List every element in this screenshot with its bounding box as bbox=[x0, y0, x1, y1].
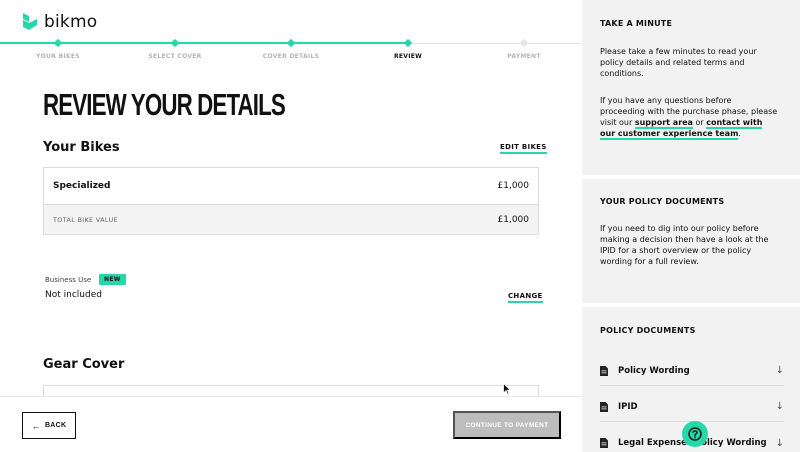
question-mark-icon bbox=[688, 427, 702, 441]
checkout-progress: YOUR BIKES SELECT COVER COVER DETAILS RE… bbox=[0, 36, 582, 66]
step-your-bikes[interactable]: YOUR BIKES bbox=[8, 36, 108, 60]
step-select-cover[interactable]: SELECT COVER bbox=[125, 36, 225, 60]
main-content: bikmo YOUR BIKES SELECT COVER COVER DETA… bbox=[0, 0, 582, 452]
bikes-table: Specialized £1,000 TOTAL BIKE VALUE £1,0… bbox=[43, 167, 539, 235]
business-use-value: Not included bbox=[45, 290, 102, 300]
total-price: £1,000 bbox=[497, 214, 530, 225]
step-marker bbox=[170, 38, 180, 48]
bike-price: £1,000 bbox=[497, 181, 530, 191]
step-label: YOUR BIKES bbox=[36, 53, 80, 60]
download-arrow-icon: ↓ bbox=[775, 437, 784, 449]
table-row: Specialized £1,000 bbox=[44, 168, 538, 204]
step-label: COVER DETAILS bbox=[262, 53, 320, 60]
sidebar: TAKE A MINUTE Please take a few minutes … bbox=[582, 0, 800, 452]
step-marker bbox=[286, 38, 296, 48]
step-payment: PAYMENT bbox=[474, 36, 574, 60]
total-label: TOTAL BIKE VALUE bbox=[53, 215, 118, 224]
page-title: REVIEW YOUR DETAILS bbox=[43, 87, 286, 122]
gear-cover-heading: Gear Cover bbox=[43, 357, 125, 372]
questions-text: If you have any questions before proceed… bbox=[600, 95, 778, 140]
take-a-minute-title: TAKE A MINUTE bbox=[600, 19, 673, 28]
doc-label: IPID bbox=[618, 401, 638, 412]
doc-item-policy-wording[interactable]: Policy Wording ↓ bbox=[600, 356, 784, 386]
change-business-use-link[interactable]: CHANGE bbox=[508, 292, 543, 303]
your-bikes-heading: Your Bikes bbox=[43, 140, 120, 155]
business-use-label: Business Use bbox=[45, 276, 92, 284]
doc-label: Policy Wording bbox=[618, 365, 690, 376]
doc-item-ipid[interactable]: IPID ↓ bbox=[600, 392, 784, 422]
mouse-cursor-icon bbox=[503, 383, 511, 395]
document-icon bbox=[600, 438, 608, 448]
step-marker bbox=[519, 38, 529, 48]
continue-to-payment-button[interactable]: CONTINUE TO PAYMENT bbox=[453, 411, 561, 439]
brand-name: bikmo bbox=[44, 12, 98, 32]
bike-name: Specialized bbox=[53, 181, 111, 191]
your-policy-documents-text: If you need to dig into our policy befor… bbox=[600, 224, 769, 266]
document-icon bbox=[600, 401, 608, 412]
download-arrow-icon: ↓ bbox=[775, 401, 784, 412]
step-review: REVIEW bbox=[358, 36, 458, 60]
step-label: REVIEW bbox=[393, 53, 423, 60]
take-a-minute-text: Please take a few minutes to read your p… bbox=[600, 47, 757, 78]
new-badge: NEW bbox=[99, 274, 126, 285]
step-marker bbox=[403, 38, 413, 48]
policy-documents-title: POLICY DOCUMENTS bbox=[600, 326, 696, 335]
total-row: TOTAL BIKE VALUE £1,000 bbox=[44, 204, 538, 234]
footer-bar: ← BACK CONTINUE TO PAYMENT bbox=[0, 396, 582, 452]
your-policy-documents-panel: YOUR POLICY DOCUMENTS If you need to dig… bbox=[582, 179, 800, 303]
questions-text-mid: or bbox=[692, 118, 707, 127]
help-button[interactable] bbox=[682, 421, 708, 447]
back-button[interactable]: ← BACK bbox=[22, 412, 76, 439]
support-area-link[interactable]: support area bbox=[634, 118, 693, 129]
download-arrow-icon: ↓ bbox=[775, 365, 784, 376]
arrow-left-icon: ← bbox=[31, 420, 41, 431]
bikmo-logo[interactable]: bikmo bbox=[22, 12, 97, 32]
your-policy-documents-title: YOUR POLICY DOCUMENTS bbox=[600, 197, 725, 206]
step-cover-details[interactable]: COVER DETAILS bbox=[241, 36, 341, 60]
questions-text-end: . bbox=[738, 129, 741, 138]
step-label: SELECT COVER bbox=[148, 53, 202, 60]
edit-bikes-link[interactable]: EDIT BIKES bbox=[500, 143, 547, 154]
step-marker bbox=[53, 38, 63, 48]
document-icon bbox=[600, 365, 608, 376]
bikmo-logo-icon bbox=[23, 13, 37, 30]
step-label: PAYMENT bbox=[507, 53, 541, 60]
back-label: BACK bbox=[44, 422, 67, 429]
take-a-minute-panel: TAKE A MINUTE Please take a few minutes … bbox=[582, 0, 800, 175]
